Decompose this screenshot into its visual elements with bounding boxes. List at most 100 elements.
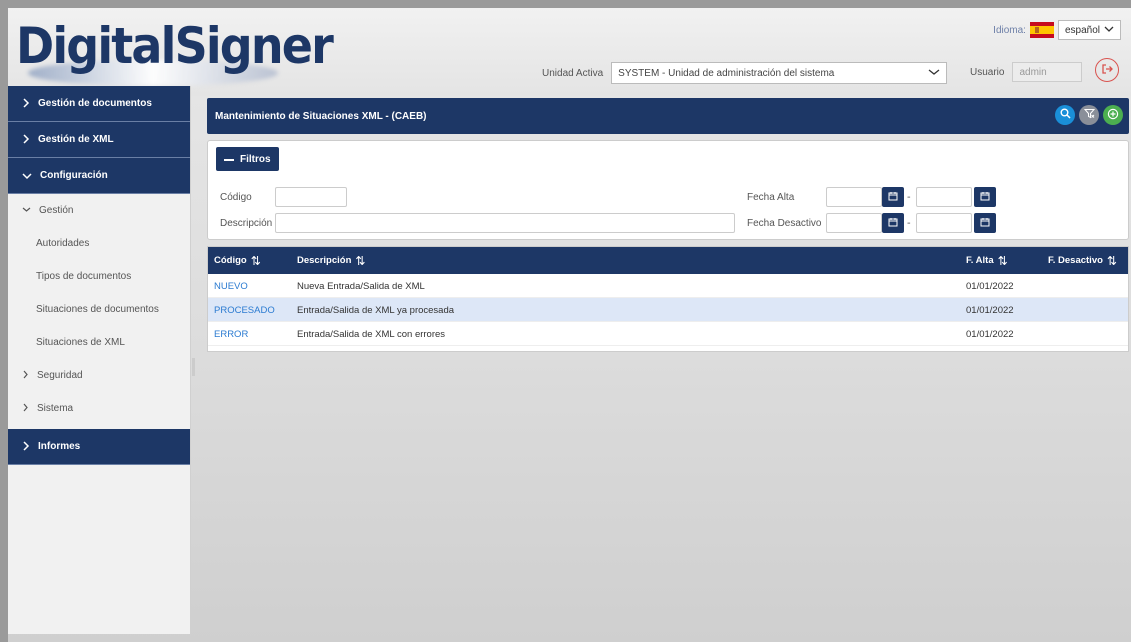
chevron-down-icon [928,68,940,79]
sort-icon: ⇅ [997,253,1008,268]
cell-f-alta: 01/01/2022 [966,328,1014,340]
fecha-alta-from-input[interactable] [826,187,882,207]
calendar-icon [888,191,898,204]
column-header-codigo[interactable]: Código ⇅ [214,247,261,274]
filters-panel: Filtros Código Descripción Fecha Alta - … [207,140,1129,240]
active-unit-value: SYSTEM - Unidad de administración del si… [618,67,835,79]
column-header-f-alta[interactable]: F. Alta ⇅ [966,247,1008,274]
column-header-label: Descripción [297,255,352,266]
chevron-right-icon [22,132,30,147]
fecha-alta-to-input[interactable] [916,187,972,207]
chevron-right-icon [22,96,30,111]
sidebar-item-label: Informes [38,441,81,452]
sidebar-group-sistema[interactable]: Sistema [8,392,190,425]
codigo-input[interactable] [275,187,347,207]
sidebar-item-label: Gestión de documentos [38,98,152,109]
descripcion-input[interactable] [275,213,735,233]
language-label: Idioma: [993,24,1026,36]
sidebar-item-situaciones-documentos[interactable]: Situaciones de documentos [8,293,190,326]
page-title: Mantenimiento de Situaciones XML - (CAEB… [215,110,427,122]
fecha-desactivo-from-input[interactable] [826,213,882,233]
active-unit: Unidad Activa SYSTEM - Unidad de adminis… [542,62,948,84]
active-unit-label: Unidad Activa [542,67,604,79]
spain-flag-icon [1029,22,1054,38]
user-label: Usuario [970,66,1005,78]
sidebar-item-informes[interactable]: Informes [8,429,190,465]
fecha-alta-to-calendar-button[interactable] [974,187,996,207]
table-row[interactable]: NUEVO Nueva Entrada/Salida de XML 01/01/… [208,274,1128,298]
user-field: admin [1012,62,1083,82]
filter-clear-icon [1083,108,1095,122]
sidebar-group-label: Sistema [37,403,74,414]
logout-icon [1101,63,1113,78]
cell-descripcion: Entrada/Salida de XML con errores [297,328,446,340]
fecha-desactivo-from-calendar-button[interactable] [882,213,904,233]
app-logo[interactable]: DigitalSigner [16,14,359,78]
language-selector: Idioma: español [993,20,1121,40]
active-unit-select[interactable]: SYSTEM - Unidad de administración del si… [611,62,948,84]
column-header-label: F. Desactivo [1048,255,1103,266]
sidebar-group-label: Seguridad [37,370,83,381]
column-header-label: Código [214,255,247,266]
add-button[interactable] [1103,105,1123,125]
language-value: español [1064,24,1100,36]
cell-codigo[interactable]: NUEVO [214,274,248,298]
descripcion-label: Descripción [220,218,273,229]
fecha-desactivo-to-calendar-button[interactable] [974,213,996,233]
fecha-alta-label: Fecha Alta [747,192,795,203]
logo-text: DigitalSigner [16,17,334,75]
sidebar-item-gestion-xml[interactable]: Gestión de XML [8,122,190,158]
filters-toggle-button[interactable]: Filtros [216,147,279,171]
search-icon [1060,108,1071,122]
app-header: DigitalSigner Idioma: español Unidad Act… [8,8,1131,96]
chevron-right-icon [22,439,30,454]
sort-icon: ⇅ [250,253,261,268]
language-select[interactable]: español [1057,20,1121,40]
page-title-bar: Mantenimiento de Situaciones XML - (CAEB… [207,98,1129,134]
sidebar-scrollbar[interactable] [192,358,195,376]
chevron-down-icon [22,168,32,183]
table-row[interactable]: PROCESADO Entrada/Salida de XML ya proce… [208,298,1128,322]
fecha-desactivo-separator: - [907,218,911,229]
fecha-alta-separator: - [907,192,911,203]
sidebar-item-configuracion[interactable]: Configuración [8,158,190,194]
cell-f-alta: 01/01/2022 [966,280,1014,292]
sidebar-group-gestion[interactable]: Gestión [8,194,190,227]
fecha-alta-from-calendar-button[interactable] [882,187,904,207]
calendar-icon [888,217,898,230]
filters-toggle-label: Filtros [240,153,271,165]
chevron-right-icon [22,370,29,382]
table-header: Código ⇅ Descripción ⇅ F. Alta ⇅ F. Desa… [208,247,1128,274]
sidebar-item-label: Configuración [40,170,108,181]
cell-codigo[interactable]: PROCESADO [214,298,275,322]
add-circle-icon [1107,108,1119,123]
user-field-group: Usuario admin [970,62,1083,82]
sidebar-group-label: Gestión [39,205,74,216]
sidebar-group-seguridad[interactable]: Seguridad [8,359,190,392]
cell-f-alta: 01/01/2022 [966,304,1014,316]
chevron-down-icon [1104,25,1114,36]
column-header-f-desactivo[interactable]: F. Desactivo ⇅ [1048,247,1117,274]
chevron-right-icon [22,403,29,415]
cell-descripcion: Nueva Entrada/Salida de XML [297,280,425,292]
sidebar-item-gestion-documentos[interactable]: Gestión de documentos [8,86,190,122]
cell-codigo[interactable]: ERROR [214,322,248,346]
search-button[interactable] [1055,105,1075,125]
logout-button[interactable] [1095,58,1119,82]
clear-filter-button[interactable] [1079,105,1099,125]
sidebar-item-situaciones-xml[interactable]: Situaciones de XML [8,326,190,359]
sidebar-item-autoridades[interactable]: Autoridades [8,227,190,260]
sort-icon: ⇅ [355,253,366,268]
calendar-icon [980,191,990,204]
sidebar-item-tipos-documentos[interactable]: Tipos de documentos [8,260,190,293]
chevron-down-icon [22,205,31,216]
column-header-descripcion[interactable]: Descripción ⇅ [297,247,365,274]
minus-icon [224,154,234,165]
title-actions [1055,105,1123,125]
sidebar-item-label: Gestión de XML [38,134,114,145]
table-row[interactable]: ERROR Entrada/Salida de XML con errores … [208,322,1128,346]
fecha-desactivo-to-input[interactable] [916,213,972,233]
calendar-icon [980,217,990,230]
sidebar: Gestión de documentos Gestión de XML Con… [8,86,191,634]
sort-icon: ⇅ [1106,253,1117,268]
